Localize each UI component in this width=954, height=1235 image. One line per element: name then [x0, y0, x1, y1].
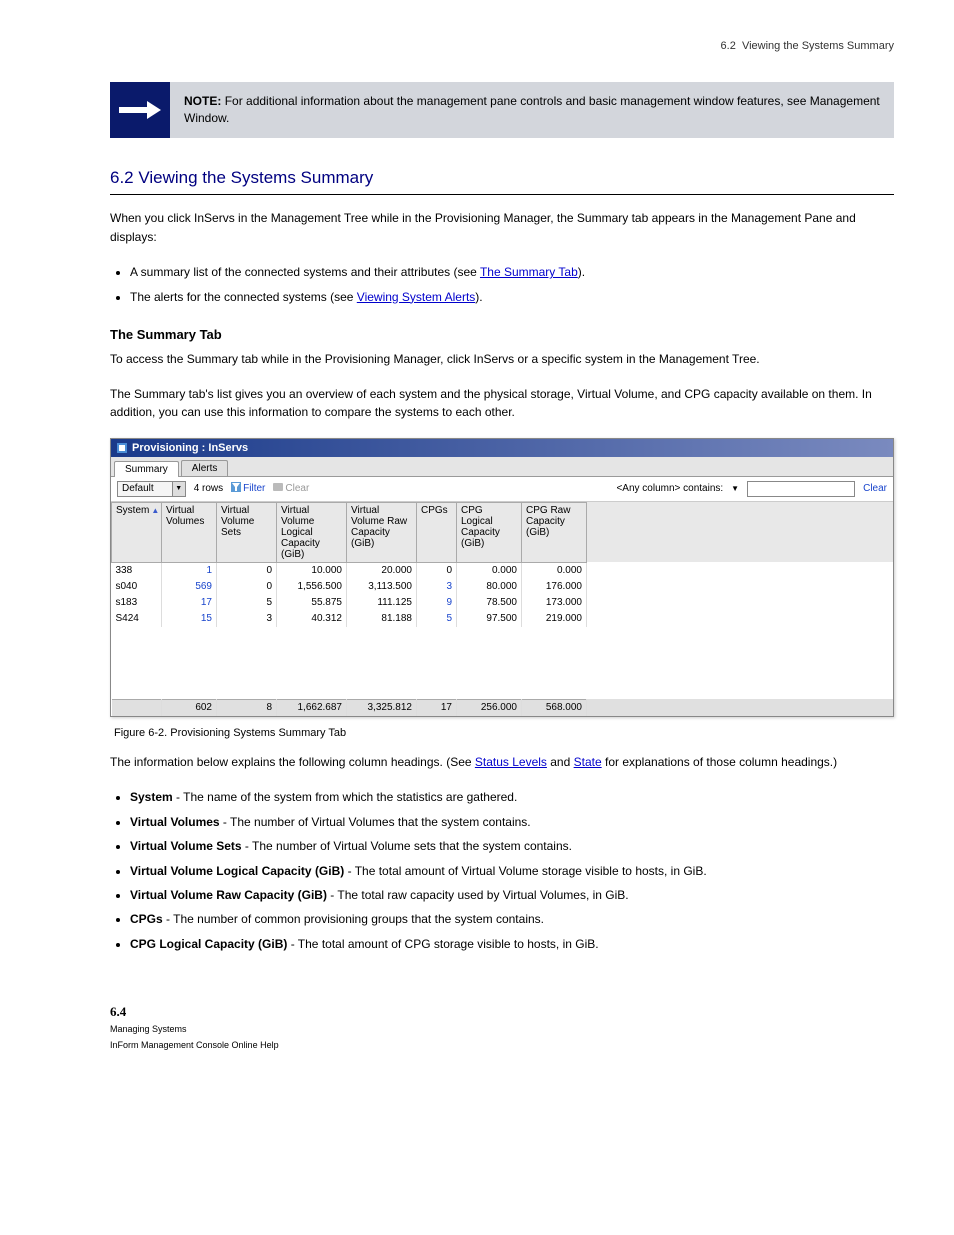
- note-arrow-icon: [110, 82, 170, 138]
- table-row[interactable]: s183 17 5 55.875 111.125 9 78.500 173.00…: [112, 595, 894, 611]
- view-select[interactable]: Default: [117, 481, 173, 497]
- col-cpgs[interactable]: CPGs: [417, 502, 457, 562]
- page-number: 6.4: [110, 1004, 894, 1020]
- list-item: CPG Logical Capacity (GiB) - The total a…: [130, 934, 894, 954]
- page-header: 6.2 Viewing the Systems Summary: [110, 40, 894, 52]
- window-titlebar: Provisioning : InServs: [111, 439, 893, 457]
- summary-table: System▲ Virtual Volumes Virtual Volume S…: [111, 502, 893, 716]
- table-row[interactable]: s040 569 0 1,556.500 3,113.500 3 80.000 …: [112, 579, 894, 595]
- provisioning-summary-figure: Provisioning : InServs Summary Alerts De…: [110, 438, 894, 717]
- intro-text: When you click InServs in the Management…: [110, 209, 894, 246]
- window-icon: [117, 443, 127, 453]
- sub-heading: The Summary Tab: [110, 327, 894, 342]
- toolbar: Default ▼ 4 rows Filter Clear <Any colum…: [111, 477, 893, 502]
- table-row[interactable]: 338 1 0 10.000 20.000 0 0.000 0.000: [112, 562, 894, 579]
- list-item: Virtual Volumes - The number of Virtual …: [130, 812, 894, 832]
- totals-row: 602 8 1,662.687 3,325.812 17 256.000 568…: [112, 699, 894, 716]
- figure-caption: Figure 6-2. Provisioning Systems Summary…: [114, 727, 894, 739]
- list-item: Virtual Volume Logical Capacity (GiB) - …: [130, 861, 894, 881]
- clear-filter-button: Clear: [273, 483, 309, 494]
- tab-alerts[interactable]: Alerts: [181, 460, 229, 476]
- filter-button[interactable]: Filter: [231, 482, 265, 495]
- col-vvlog[interactable]: Virtual Volume Logical Capacity (GiB): [277, 502, 347, 562]
- section-separator: [110, 194, 894, 195]
- column-definitions: System - The name of the system from whi…: [110, 787, 894, 954]
- list-item: The alerts for the connected systems (se…: [130, 287, 894, 307]
- footer-line2: InForm Management Console Online Help: [110, 1040, 894, 1052]
- footer-line1: Managing Systems: [110, 1024, 894, 1036]
- list-item: System - The name of the system from whi…: [130, 787, 894, 807]
- clear-search-button[interactable]: Clear: [863, 483, 887, 494]
- list-item: A summary list of the connected systems …: [130, 262, 894, 282]
- col-vvrraw[interactable]: Virtual Volume Raw Capacity (GiB): [347, 502, 417, 562]
- link-status-levels[interactable]: Status Levels: [475, 755, 547, 769]
- table-row[interactable]: S424 15 3 40.312 81.188 5 97.500 219.000: [112, 611, 894, 627]
- main-heading: 6.2 Viewing the Systems Summary: [110, 168, 894, 188]
- col-cpgraw[interactable]: CPG Raw Capacity (GiB): [522, 502, 587, 562]
- list-item: CPGs - The number of common provisioning…: [130, 909, 894, 929]
- link-state[interactable]: State: [574, 755, 602, 769]
- list-item: Virtual Volume Raw Capacity (GiB) - The …: [130, 885, 894, 905]
- chevron-down-icon[interactable]: ▼: [172, 481, 186, 497]
- link-summary-tab[interactable]: The Summary Tab: [480, 265, 578, 279]
- list-item: Virtual Volume Sets - The number of Virt…: [130, 836, 894, 856]
- link-system-alerts[interactable]: Viewing System Alerts: [357, 290, 476, 304]
- row-count: 4 rows: [194, 483, 223, 494]
- note-box: NOTE: For additional information about t…: [110, 82, 894, 138]
- search-label: <Any column> contains:: [616, 483, 723, 494]
- col-vvsets[interactable]: Virtual Volume Sets: [217, 502, 277, 562]
- summary-desc: The Summary tab's list gives you an over…: [110, 385, 894, 422]
- search-input[interactable]: [747, 481, 855, 497]
- summary-intro: To access the Summary tab while in the P…: [110, 350, 894, 369]
- col-system[interactable]: System▲: [112, 502, 162, 562]
- sort-asc-icon: ▲: [151, 506, 159, 515]
- eraser-icon: [273, 483, 283, 494]
- filter-icon: [231, 482, 241, 495]
- col-vv[interactable]: Virtual Volumes: [162, 502, 217, 562]
- after-figure-text: The information below explains the follo…: [110, 753, 894, 772]
- intro-bullets: A summary list of the connected systems …: [110, 262, 894, 307]
- chevron-down-icon[interactable]: ▼: [731, 484, 739, 493]
- col-cpglog[interactable]: CPG Logical Capacity (GiB): [457, 502, 522, 562]
- tab-summary[interactable]: Summary: [114, 461, 179, 477]
- tab-bar: Summary Alerts: [111, 457, 893, 477]
